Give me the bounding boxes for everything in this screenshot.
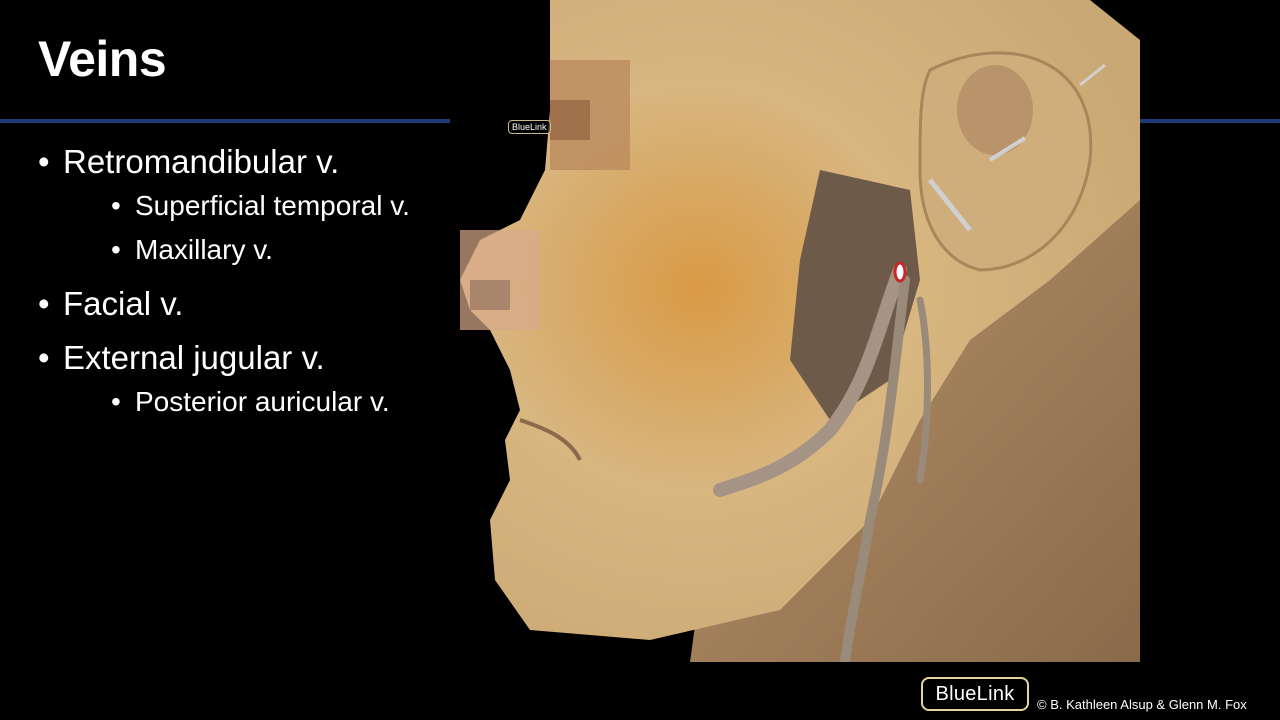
bullet-label: Retromandibular v. <box>63 143 340 180</box>
title-rule-right <box>1140 119 1280 123</box>
sub-bullet-maxillary: Maxillary v. <box>63 228 410 272</box>
sub-bullet-list: Posterior auricular v. <box>63 380 410 424</box>
bullet-external-jugular: External jugular v. Posterior auricular … <box>38 336 410 424</box>
sub-bullet-superficial-temporal: Superficial temporal v. <box>63 184 410 228</box>
sub-bullet-posterior-auricular: Posterior auricular v. <box>63 380 410 424</box>
title-rule-left <box>0 119 450 123</box>
bullet-label: External jugular v. <box>63 339 325 376</box>
cadaver-dissection-photo <box>450 0 1140 662</box>
bluelink-logo: BlueLink <box>921 677 1029 711</box>
dissection-illustration <box>460 0 1140 662</box>
sub-bullet-list: Superficial temporal v. Maxillary v. <box>63 184 410 272</box>
bullet-facial: Facial v. <box>38 282 410 326</box>
slide-title: Veins <box>38 31 167 87</box>
bullet-retromandibular: Retromandibular v. Superficial temporal … <box>38 140 410 272</box>
copyright-notice: © B. Kathleen Alsup & Glenn M. Fox <box>1037 697 1247 712</box>
bluelink-watermark-small: BlueLink <box>508 120 551 134</box>
bullet-list: Retromandibular v. Superficial temporal … <box>38 140 410 434</box>
bullet-label: Facial v. <box>63 285 184 322</box>
